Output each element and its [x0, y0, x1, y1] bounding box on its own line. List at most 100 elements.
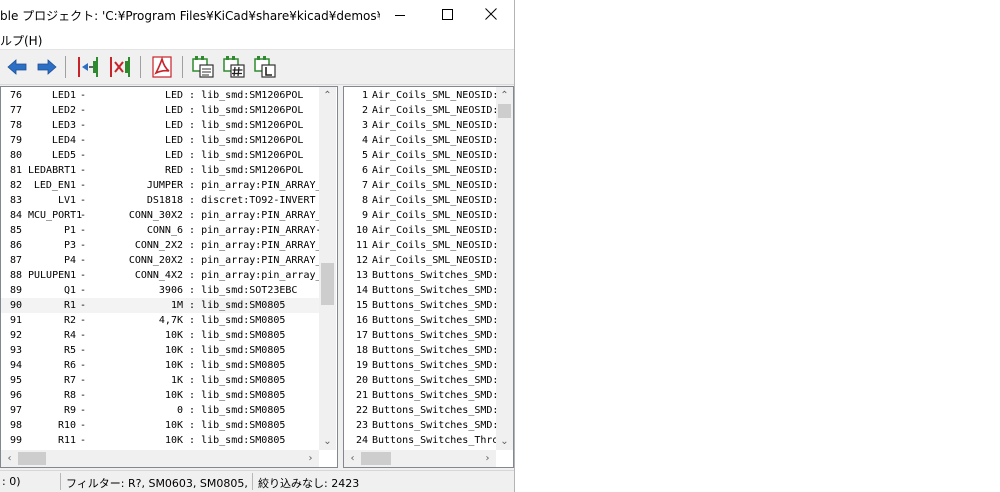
component-row[interactable]: 77 LED2- LED : lib_smd:SM1206POL	[1, 103, 319, 118]
menu-help[interactable]: ルプ(H)	[0, 32, 42, 49]
component-row[interactable]: 85 P1- CONN_6 : pin_array:PIN_ARRAY-6X	[1, 223, 320, 238]
component-row[interactable]: 81 LEDABRT1- RED : lib_smd:SM1206POL	[1, 163, 319, 178]
component-row[interactable]: 99 R11- 10K : lib_smd:SM0805	[1, 433, 319, 448]
toolbar	[0, 50, 514, 85]
arrow-left-icon[interactable]	[5, 55, 29, 79]
maximize-button[interactable]	[424, 0, 470, 30]
scroll-down-icon[interactable]: ⌄	[496, 433, 513, 450]
footprint-row[interactable]: 16 Buttons_Switches_SMD:S	[344, 313, 497, 328]
component-row[interactable]: 82 LED_EN1- JUMPER : pin_array:PIN_ARRAY_2…	[1, 178, 320, 193]
footprint-row[interactable]: 5 Air_Coils_SML_NEOSID:N	[344, 148, 497, 163]
footprint-row[interactable]: 23 Buttons_Switches_SMD:S	[344, 418, 497, 433]
footprint-row[interactable]: 4 Air_Coils_SML_NEOSID:N	[344, 133, 497, 148]
component-row[interactable]: 93 R5- 10K : lib_smd:SM0805	[1, 343, 319, 358]
scroll-left-icon[interactable]: ‹	[1, 450, 18, 467]
scroll-thumb[interactable]	[18, 452, 46, 465]
footprint-name: Buttons_Switches_SMD:S	[372, 375, 497, 386]
footprint-row[interactable]: 7 Air_Coils_SML_NEOSID:N	[344, 178, 497, 193]
footprint-row[interactable]: 2 Air_Coils_SML_NEOSID:N	[344, 103, 497, 118]
component-row[interactable]: 89 Q1- 3906 : lib_smd:SOT23EBC	[1, 283, 319, 298]
footprint-row[interactable]: 11 Air_Coils_SML_NEOSID:N	[344, 238, 497, 253]
footprint-name: lib_smd:SM0805	[201, 390, 286, 401]
component-reference: LED3	[51, 120, 76, 131]
footprint-filter-pincount-icon[interactable]	[222, 55, 246, 79]
component-row[interactable]: 79 LED4- LED : lib_smd:SM1206POL	[1, 133, 319, 148]
separator-colon: :	[189, 165, 196, 176]
footprint-number: 8	[361, 195, 368, 206]
component-row[interactable]: 78 LED3- LED : lib_smd:SM1206POL	[1, 118, 319, 133]
title-bar[interactable]: ble プロジェクト: 'C:¥Program Files¥KiCad¥shar…	[0, 0, 514, 30]
footprint-list-vscroll[interactable]: ⌃ ⌄	[496, 87, 513, 450]
scroll-thumb[interactable]	[498, 104, 511, 118]
toolbar-separator	[65, 56, 66, 78]
component-reference: LED_EN1	[33, 180, 76, 191]
minimize-button[interactable]	[378, 0, 424, 30]
scroll-up-icon[interactable]: ⌃	[319, 87, 336, 104]
footprint-number: 10	[355, 225, 368, 236]
scroll-thumb[interactable]	[361, 452, 391, 465]
footprint-name: lib_smd:SM1206POL	[201, 105, 304, 116]
footprint-row[interactable]: 20 Buttons_Switches_SMD:S	[344, 373, 497, 388]
separator-colon: :	[189, 390, 196, 401]
scroll-up-icon[interactable]: ⌃	[496, 87, 513, 104]
footprint-row[interactable]: 10 Air_Coils_SML_NEOSID:N	[344, 223, 497, 238]
scroll-thumb[interactable]	[321, 263, 334, 305]
footprint-name: Air_Coils_SML_NEOSID:N	[372, 255, 497, 266]
footprint-row[interactable]: 13 Buttons_Switches_SMD:S	[344, 268, 497, 283]
component-row[interactable]: 92 R4- 10K : lib_smd:SM0805	[1, 328, 319, 343]
footprint-row[interactable]: 6 Air_Coils_SML_NEOSID:N	[344, 163, 497, 178]
arrow-right-icon[interactable]	[35, 55, 59, 79]
footprint-row[interactable]: 9 Air_Coils_SML_NEOSID:N	[344, 208, 497, 223]
component-row[interactable]: 91 R2- 4,7K : lib_smd:SM0805	[1, 313, 319, 328]
component-row[interactable]: 88 PULUPEN1- CONN_4X2 : pin_array:pin_arra…	[1, 268, 320, 283]
footprint-name: lib_smd:SM0805	[201, 300, 286, 311]
footprint-row[interactable]: 8 Air_Coils_SML_NEOSID:N	[344, 193, 497, 208]
footprint-name: lib_smd:SM0805	[201, 435, 286, 446]
footprint-filter-library-icon[interactable]	[253, 55, 277, 79]
footprint-row[interactable]: 22 Buttons_Switches_SMD:S	[344, 403, 497, 418]
footprint-row[interactable]: 17 Buttons_Switches_SMD:S	[344, 328, 497, 343]
component-dash: -	[80, 240, 87, 251]
footprint-row[interactable]: 1 Air_Coils_SML_NEOSID:N	[344, 88, 497, 103]
pdf-datasheet-icon[interactable]	[150, 55, 174, 79]
component-value: 10K	[164, 435, 183, 446]
close-button[interactable]	[468, 0, 514, 30]
footprint-row[interactable]: 12 Air_Coils_SML_NEOSID:N	[344, 253, 497, 268]
footprint-name: lib_smd:SM0805	[201, 330, 286, 341]
footprint-filter-keywords-icon[interactable]	[191, 55, 215, 79]
component-row[interactable]: 95 R7- 1K : lib_smd:SM0805	[1, 373, 319, 388]
component-row[interactable]: 80 LED5- LED : lib_smd:SM1206POL	[1, 148, 319, 163]
scroll-right-icon[interactable]: ›	[479, 450, 496, 467]
footprint-row[interactable]: 15 Buttons_Switches_SMD:S	[344, 298, 497, 313]
component-row[interactable]: 96 R8- 10K : lib_smd:SM0805	[1, 388, 319, 403]
scroll-left-icon[interactable]: ‹	[344, 450, 361, 467]
separator-colon: :	[189, 225, 196, 236]
footprint-name: lib_smd:SM0805	[201, 315, 286, 326]
scroll-down-icon[interactable]: ⌄	[319, 433, 336, 450]
footprint-row[interactable]: 19 Buttons_Switches_SMD:S	[344, 358, 497, 373]
component-row[interactable]: 87 P4- CONN_20X2 : pin_array:PIN_ARRAY_20	[1, 253, 320, 268]
component-row[interactable]: 76 LED1- LED : lib_smd:SM1206POL	[1, 88, 319, 103]
component-row[interactable]: 86 P3- CONN_2X2 : pin_array:PIN_ARRAY_2X	[1, 238, 320, 253]
footprint-list-hscroll[interactable]: ‹ ›	[344, 450, 496, 467]
scroll-right-icon[interactable]: ›	[302, 450, 319, 467]
footprint-name: Air_Coils_SML_NEOSID:N	[372, 150, 497, 161]
footprint-row[interactable]: 14 Buttons_Switches_SMD:S	[344, 283, 497, 298]
component-list-hscroll[interactable]: ‹ ›	[1, 450, 319, 467]
component-row[interactable]: 97 R9- 0 : lib_smd:SM0805	[1, 403, 319, 418]
footprint-row[interactable]: 18 Buttons_Switches_SMD:S	[344, 343, 497, 358]
component-number: 96	[10, 390, 23, 401]
component-number: 85	[10, 225, 23, 236]
component-list-vscroll[interactable]: ⌃ ⌄	[319, 87, 336, 450]
component-row[interactable]: 90 R1- 1M : lib_smd:SM0805	[1, 298, 319, 313]
footprint-row[interactable]: 3 Air_Coils_SML_NEOSID:N	[344, 118, 497, 133]
delete-associations-icon[interactable]	[108, 55, 132, 79]
component-row[interactable]: 83 LV1- DS1818 : discret:TO92-INVERT	[1, 193, 319, 208]
footprint-row[interactable]: 21 Buttons_Switches_SMD:S	[344, 388, 497, 403]
component-row[interactable]: 84 MCU_PORT1- CONN_30X2 : pin_array:PIN_AR…	[1, 208, 320, 223]
auto-associate-icon[interactable]	[76, 55, 100, 79]
footprint-row[interactable]: 24 Buttons_Switches_Throu	[344, 433, 497, 448]
component-row[interactable]: 94 R6- 10K : lib_smd:SM0805	[1, 358, 319, 373]
footprint-name: pin_array:PIN_ARRAY_20	[201, 255, 320, 266]
component-row[interactable]: 98 R10- 10K : lib_smd:SM0805	[1, 418, 319, 433]
